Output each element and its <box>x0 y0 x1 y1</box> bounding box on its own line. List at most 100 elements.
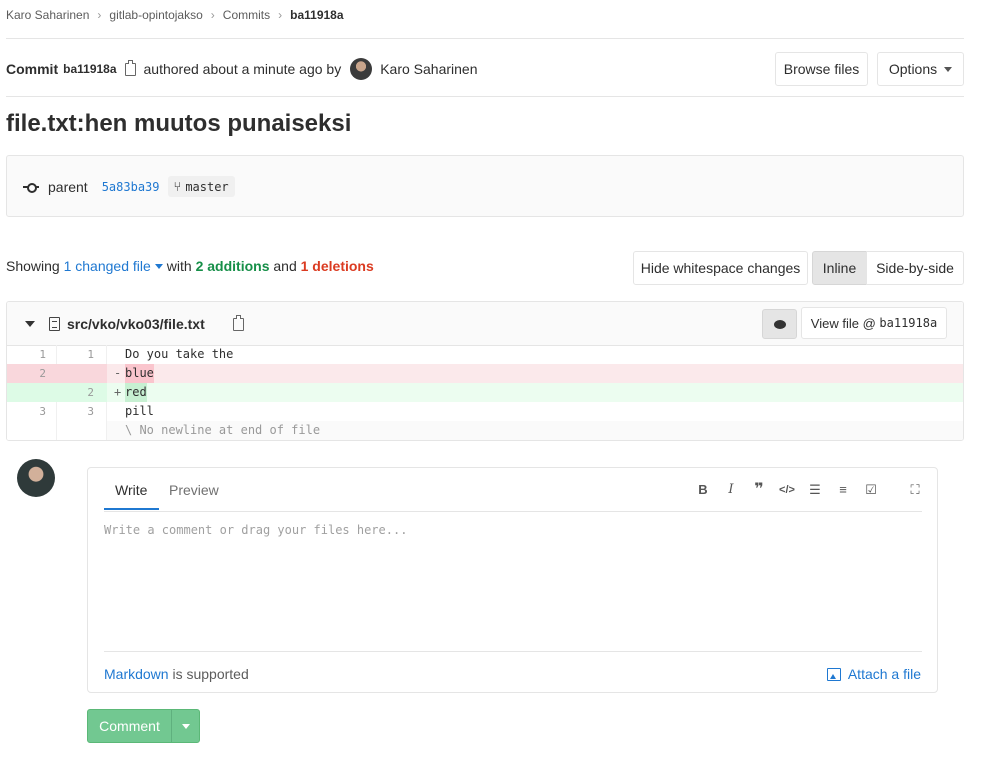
commit-refs-box: parent 5a83ba39 ⑂ master <box>6 155 964 217</box>
commit-title: file.txt:hen muutos punaiseksi <box>6 110 352 137</box>
and-label: and <box>273 258 297 274</box>
breadcrumb: Karo Saharinen › gitlab-opintojakso › Co… <box>6 0 344 30</box>
author-link[interactable]: Karo Saharinen <box>380 61 477 77</box>
branch-badge[interactable]: ⑂ master <box>167 176 235 197</box>
hide-whitespace-label: Hide whitespace changes <box>640 260 801 276</box>
comment-bubble-icon <box>773 319 786 329</box>
diff-line-meta: \ No newline at end of file <box>7 421 963 440</box>
line-content: pill <box>125 404 154 418</box>
copy-icon[interactable] <box>124 59 136 76</box>
new-line-number[interactable]: 2 <box>57 383 107 402</box>
copy-icon[interactable] <box>233 315 244 331</box>
parent-sha-link[interactable]: 5a83ba39 <box>102 180 160 194</box>
no-newline-notice: \ No newline at end of file <box>125 423 321 437</box>
comment-button-label: Comment <box>99 718 160 734</box>
browse-files-label: Browse files <box>783 61 860 77</box>
line-content: red <box>125 383 147 402</box>
browse-files-button[interactable]: Browse files <box>775 52 868 86</box>
old-line-number[interactable]: 1 <box>7 345 57 364</box>
supported-text: is supported <box>172 666 249 682</box>
diff-line-added: 2 + red <box>7 383 963 402</box>
diff-line-removed: 2 - blue <box>7 364 963 383</box>
caret-down-icon[interactable] <box>154 263 163 269</box>
options-dropdown[interactable]: Options <box>877 52 964 86</box>
hide-whitespace-button[interactable]: Hide whitespace changes <box>633 251 808 285</box>
quote-icon[interactable]: ❞ <box>750 481 768 499</box>
tab-write[interactable]: Write <box>115 482 147 498</box>
branch-icon: ⑂ <box>173 179 182 194</box>
parent-label: parent <box>48 178 88 195</box>
line-content: Do you take the <box>125 347 234 361</box>
old-line-number[interactable]: 3 <box>7 402 57 421</box>
diff-file-header: src/vko/vko03/file.txt View file @ ba119… <box>7 302 963 346</box>
commit-icon <box>23 182 39 193</box>
branch-name: master <box>185 179 229 194</box>
collapse-toggle-icon[interactable] <box>25 321 35 327</box>
divider <box>6 38 964 39</box>
markdown-link[interactable]: Markdown <box>104 666 169 682</box>
deletions-count: 1 deletions <box>300 258 374 274</box>
authored-text: authored about a minute ago by <box>143 61 342 77</box>
breadcrumb-user[interactable]: Karo Saharinen <box>6 8 89 22</box>
new-line-number[interactable] <box>57 364 107 383</box>
diff-file: src/vko/vko03/file.txt View file @ ba119… <box>6 301 964 441</box>
line-content: blue <box>125 364 154 383</box>
comment-textarea[interactable]: Write a comment or drag your files here.… <box>104 523 407 537</box>
additions-count: 2 additions <box>195 258 270 274</box>
current-user-avatar[interactable] <box>17 459 55 497</box>
active-tab-indicator <box>104 508 159 510</box>
attach-file-button[interactable]: Attach a file <box>826 666 921 682</box>
code-icon[interactable]: </> <box>778 481 796 499</box>
divider <box>6 96 964 97</box>
comment-form: Write Preview B I ❞ </> ☰ ≡ ☑ ⛶ Write a … <box>87 467 938 693</box>
author-avatar[interactable] <box>350 58 373 80</box>
chevron-right-icon: › <box>97 8 102 22</box>
caret-down-icon <box>944 66 953 72</box>
inline-label: Inline <box>822 260 857 276</box>
italic-icon[interactable]: I <box>722 481 740 499</box>
file-path[interactable]: src/vko/vko03/file.txt <box>67 316 205 332</box>
tab-preview[interactable]: Preview <box>169 482 219 498</box>
new-line-number[interactable]: 3 <box>57 402 107 421</box>
changed-files-dropdown[interactable]: 1 changed file <box>64 258 151 274</box>
diff-stats: Showing 1 changed file with 2 additions … <box>6 258 374 274</box>
commit-sha: ba11918a <box>63 62 117 76</box>
commit-label: Commit <box>6 61 59 77</box>
view-file-sha: ba11918a <box>879 316 938 330</box>
bullet-list-icon[interactable]: ☰ <box>806 481 824 499</box>
side-by-side-button[interactable]: Side-by-side <box>866 251 964 285</box>
old-line-number <box>7 421 57 440</box>
breadcrumb-commits[interactable]: Commits <box>223 8 270 22</box>
file-icon <box>49 317 60 331</box>
commit-info: Commit ba11918a authored about a minute … <box>6 56 478 82</box>
chevron-right-icon: › <box>278 8 283 22</box>
diff-line: 1 1 Do you take the <box>7 345 963 364</box>
inline-view-button[interactable]: Inline <box>812 251 867 285</box>
old-line-number[interactable] <box>7 383 57 402</box>
view-file-button[interactable]: View file @ ba11918a <box>801 307 947 339</box>
diff-line: 3 3 pill <box>7 402 963 421</box>
new-line-number[interactable]: 1 <box>57 345 107 364</box>
old-line-number[interactable]: 2 <box>7 364 57 383</box>
attach-file-label: Attach a file <box>847 666 921 682</box>
breadcrumb-project[interactable]: gitlab-opintojakso <box>109 8 202 22</box>
comment-button[interactable]: Comment <box>88 710 172 742</box>
bold-icon[interactable]: B <box>694 481 712 499</box>
new-line-number <box>57 421 107 440</box>
comment-type-dropdown[interactable] <box>172 710 199 742</box>
caret-down-icon <box>181 723 190 729</box>
markdown-hint: Markdown is supported <box>104 666 249 682</box>
toggle-comments-button[interactable] <box>762 309 797 339</box>
with-label: with <box>166 258 192 274</box>
task-list-icon[interactable]: ☑ <box>862 481 880 499</box>
fullscreen-icon[interactable]: ⛶ <box>906 481 924 499</box>
breadcrumb-current[interactable]: ba11918a <box>290 8 343 22</box>
numbered-list-icon[interactable]: ≡ <box>834 481 852 499</box>
view-file-prefix: View file @ <box>810 315 876 331</box>
options-label: Options <box>888 61 938 77</box>
image-icon <box>826 667 841 681</box>
removed-marker: - <box>114 366 122 380</box>
chevron-right-icon: › <box>210 8 215 22</box>
showing-label: Showing <box>6 258 60 274</box>
divider <box>104 651 922 652</box>
